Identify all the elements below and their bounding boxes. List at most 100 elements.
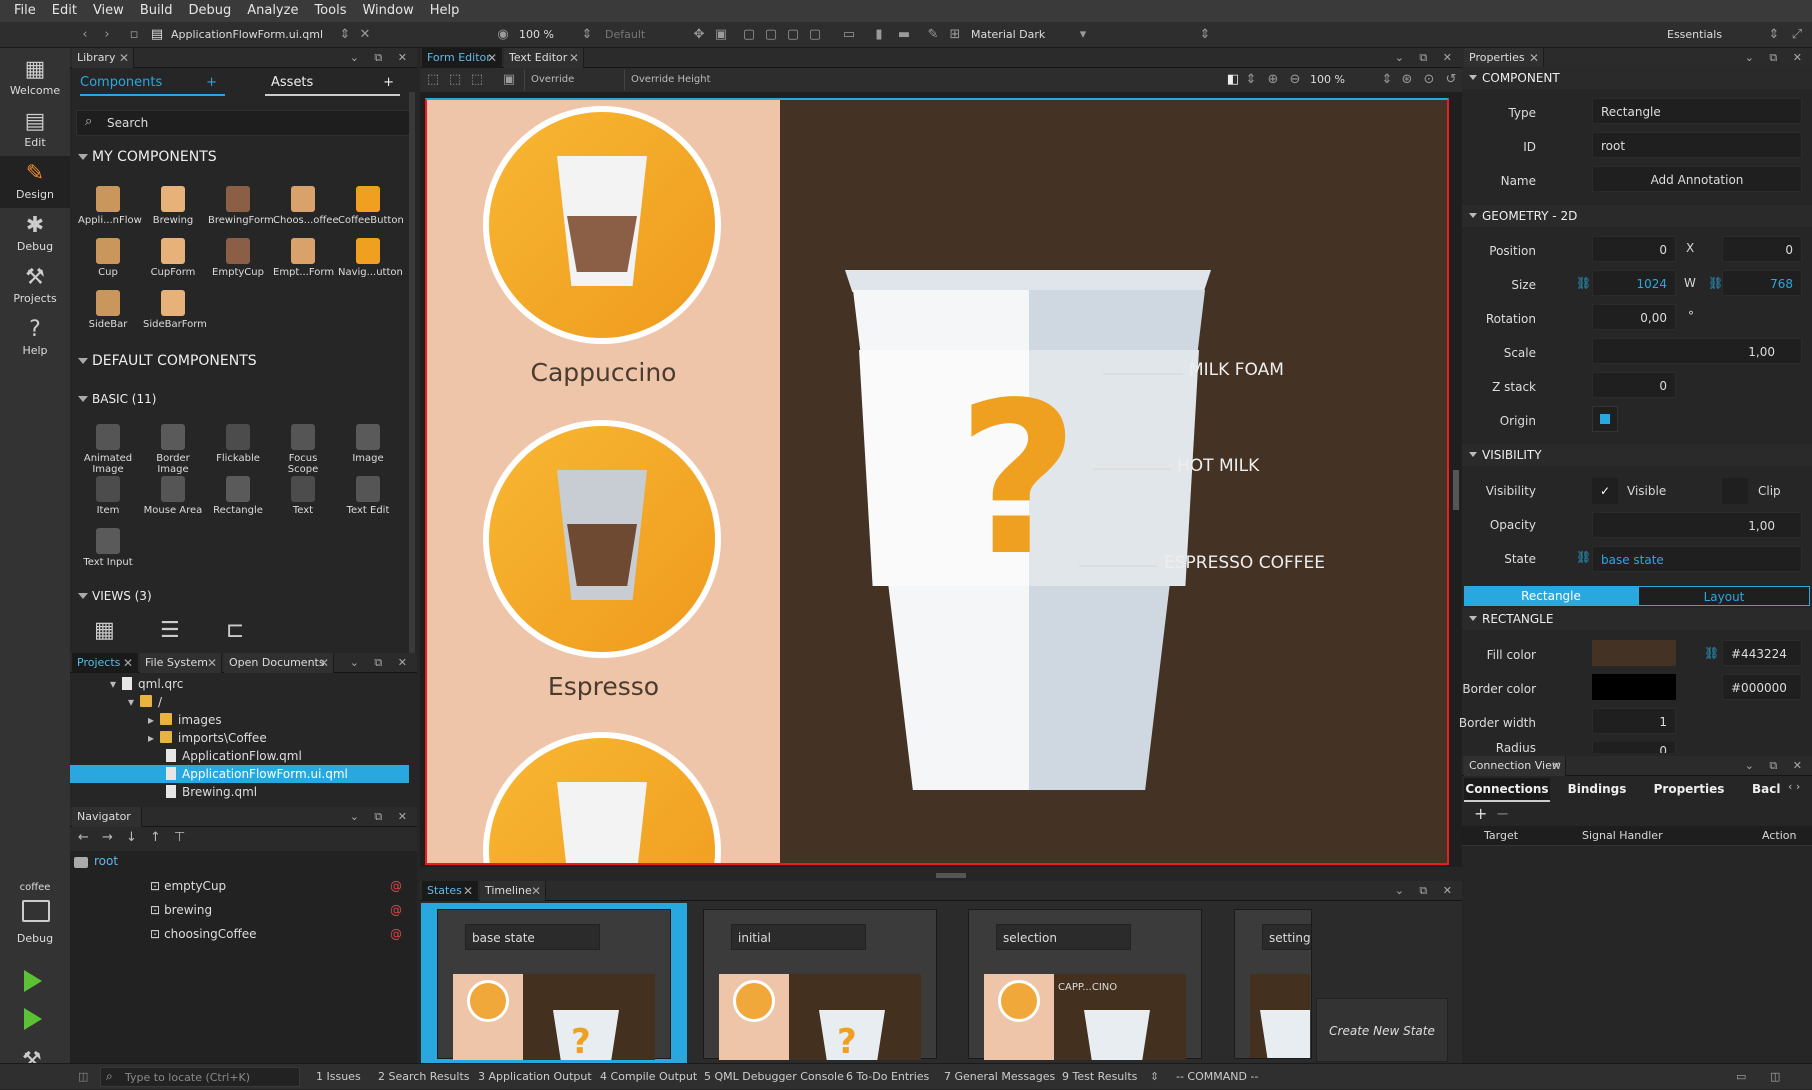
add-icon[interactable]: + [206,74,217,92]
layout-icon[interactable]: ▢ [740,26,758,44]
tab-bindings[interactable]: Bindings [1554,778,1640,802]
close-file-icon[interactable]: ✕ [356,26,374,44]
col-action[interactable]: Action [1762,829,1796,842]
clip-checkbox[interactable] [1722,478,1748,504]
state-card-initial[interactable]: initial? [703,909,937,1060]
col-signal-handler[interactable]: Signal Handler [1582,829,1663,842]
debug-run-icon[interactable] [24,1008,42,1030]
mode-debug[interactable]: ✱ Debug [0,208,70,260]
back-icon[interactable]: ‹ [76,26,94,44]
component-section[interactable]: COMPONENT [1462,67,1812,89]
tab-states[interactable]: States ✕ [422,881,478,901]
tab-projects[interactable]: Projects ✕ [72,653,138,673]
tab-navigator[interactable]: Navigator [72,807,142,827]
maximize-icon[interactable]: ⤢ [1788,26,1806,44]
canvas-root-rectangle[interactable]: Cappuccino Espresso ? MILK FOAM HOT MILK… [425,98,1449,865]
alias-icon[interactable]: @ [390,899,402,921]
panel-controls[interactable]: ⌄ ⧉ ✕ [350,807,413,827]
qml-debugger-console-button[interactable]: 5 QML Debugger Console [704,1064,844,1090]
geometry-section[interactable]: GEOMETRY - 2D [1462,205,1812,227]
link-icon[interactable]: ⛓ [1704,646,1719,660]
tab-text-editor[interactable]: Text Editor ✕ [504,48,584,68]
tab-assets[interactable]: Assets + [265,74,400,96]
workspace-selector[interactable]: Essentials [1662,25,1772,45]
close-icon[interactable]: ✕ [487,48,497,68]
library-item[interactable]: BrewingForm [208,186,274,226]
close-icon[interactable]: ✕ [569,48,579,68]
library-item[interactable]: Mouse Area [143,476,203,516]
zoom-out-icon[interactable]: ⊖ [1286,71,1304,89]
tab-form-editor[interactable]: Form Editor ✕ [422,48,502,68]
state-name-field[interactable]: settings [1262,924,1311,950]
library-item[interactable]: Focus Scope [273,424,333,475]
z-stack-field[interactable]: 0 [1592,372,1676,398]
menu-file[interactable]: File [6,0,44,22]
tab-library[interactable]: Library ✕ [72,48,134,68]
theme-selector[interactable]: Material Dark [966,25,1072,45]
library-item[interactable]: Choos...offee [273,186,339,226]
remove-connection-icon[interactable]: − [1496,804,1509,823]
close-icon[interactable]: ✕ [1551,756,1561,776]
close-icon[interactable]: ✕ [319,653,329,673]
type-field[interactable]: Rectangle [1592,98,1802,124]
origin-selector[interactable] [1592,406,1618,432]
library-item[interactable]: Text [273,476,333,516]
default-components-header[interactable]: DEFAULT COMPONENTS [70,349,407,373]
state-name-field[interactable]: base state [465,924,600,950]
arrow-left-icon[interactable]: ← [78,830,89,845]
cappuccino-button[interactable] [483,106,721,344]
tree-item-imports[interactable]: ▸ imports\Coffee [148,729,267,747]
opacity-field[interactable]: 1,00 [1592,512,1802,538]
state-dropdown[interactable]: base state [1592,546,1802,572]
panel-controls[interactable]: ⌄ ⧉ ✕ [1395,881,1458,901]
menu-help[interactable]: Help [422,0,468,22]
mode-help[interactable]: ? Help [0,312,70,364]
layout-column-icon[interactable]: ▢ [784,26,802,44]
toggle-sidebar-icon[interactable]: ◫ [78,1064,88,1090]
progress-details-icon[interactable]: ▭ [1736,1064,1746,1090]
tree-item-images[interactable]: ▸ images [148,711,222,729]
override-height-field[interactable]: Override Height [624,70,720,90]
fill-color-field[interactable]: #443224 [1722,640,1802,666]
grid-view-icon[interactable]: ▦ [94,618,115,643]
reset-view-icon[interactable]: ↺ [1442,71,1460,89]
panel-controls[interactable]: ⌄ ⧉ ✕ [1395,48,1458,68]
tab-layout[interactable]: Layout [1638,586,1810,606]
position-y-field[interactable]: 0 [1722,236,1802,262]
menu-debug[interactable]: Debug [180,0,239,22]
link-icon[interactable]: ⛓ [1576,276,1591,290]
panel-controls[interactable]: ⌄ ⧉ ✕ [350,48,413,68]
anchors-icon[interactable]: ⊞ [946,26,964,44]
border-color-swatch[interactable] [1592,674,1676,700]
layout-grid-icon[interactable]: ▢ [806,26,824,44]
border-width-field[interactable]: 1 [1592,708,1676,734]
arrow-down-icon[interactable]: ↓ [126,830,137,845]
visible-checkbox[interactable]: ✓ [1592,478,1618,504]
width-field[interactable]: 1024 [1592,270,1676,296]
application-output-pane-button[interactable]: 3 Application Output [478,1064,592,1090]
col-target[interactable]: Target [1484,829,1518,842]
library-item[interactable]: Brewing [143,186,203,226]
arrow-up-icon[interactable]: ↑ [150,830,161,845]
close-icon[interactable]: ✕ [531,881,541,901]
library-item[interactable]: Flickable [208,424,268,464]
add-annotation-button[interactable]: Add Annotation [1592,166,1802,192]
tab-properties[interactable]: Properties ✕ [1464,48,1544,68]
tree-item-qml-qrc[interactable]: ▾ qml.qrc [110,675,183,693]
library-item[interactable]: SideBarForm [143,290,207,330]
visibility-section[interactable]: VISIBILITY [1462,444,1812,466]
select-children-icon[interactable]: ⬚ [446,71,464,89]
library-item[interactable]: Image [338,424,398,464]
library-item[interactable]: SideBar [78,290,138,330]
align-icon[interactable]: ✥ [690,26,708,44]
library-item[interactable]: Cup [78,238,138,278]
tree-item-root-folder[interactable]: ▾ / [128,693,162,711]
panel-controls[interactable]: ⌄ ⧉ ✕ [350,653,413,673]
locator-input[interactable]: ⌕ Type to locate (Ctrl+K) [100,1067,300,1087]
distribute-icon[interactable]: ▭ [840,26,858,44]
path-view-icon[interactable]: ⊏ [226,618,244,643]
menu-view[interactable]: View [85,0,132,22]
library-item[interactable]: Navig...utton [338,238,403,278]
state-name-field[interactable]: selection [996,924,1131,950]
tab-components[interactable]: Components + [80,74,225,96]
